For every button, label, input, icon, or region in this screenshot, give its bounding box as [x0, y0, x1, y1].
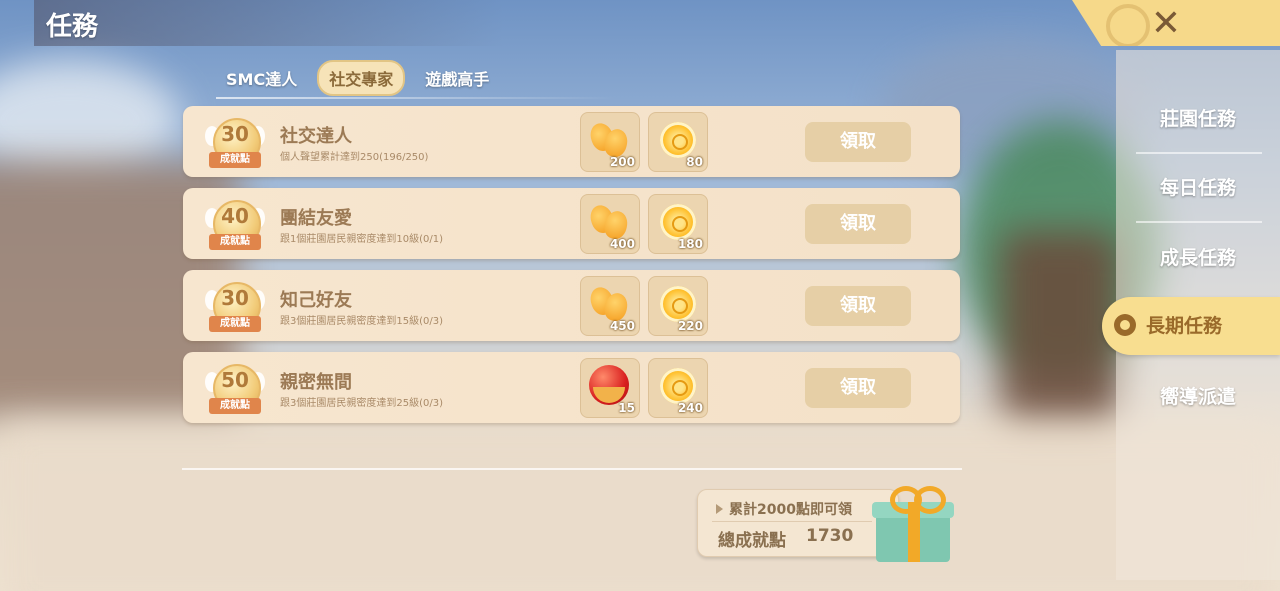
reward-quantity: 200 — [609, 155, 635, 169]
orange-icon — [586, 284, 631, 324]
sidebar-item-label: 長期任務 — [1146, 315, 1223, 337]
total-points-label: 總成就點 — [718, 531, 786, 551]
task-row: 50 成就點 親密無間 跟3個莊園居民親密度達到25級(0/3) 15 240 … — [183, 352, 960, 423]
sidebar-item-guide-dispatch[interactable]: 嚮導派遣 — [1116, 374, 1280, 420]
sidebar-item-long-term-tasks[interactable]: 長期任務 — [1102, 297, 1280, 355]
reward-slot[interactable]: 15 — [580, 358, 640, 418]
sidebar-item-growth-tasks[interactable]: 成長任務 — [1116, 235, 1280, 281]
orange-icon — [586, 202, 631, 242]
badge-points: 30 — [221, 122, 249, 146]
reward-quantity: 180 — [677, 237, 703, 251]
claim-button[interactable]: 領取 — [805, 286, 911, 326]
list-divider — [182, 468, 962, 470]
coin-icon — [660, 286, 696, 322]
coin-icon — [660, 204, 696, 240]
badge-label: 成就點 — [209, 152, 261, 168]
badge-label: 成就點 — [209, 316, 261, 332]
task-description: 跟3個莊園居民親密度達到25級(0/3) — [280, 398, 443, 409]
reward-slot[interactable]: 220 — [648, 276, 708, 336]
badge-points: 40 — [221, 204, 249, 228]
total-points-value: 1730 — [806, 526, 854, 546]
task-row: 40 成就點 團結友愛 跟1個莊園居民親密度達到10級(0/1) 400 180… — [183, 188, 960, 259]
task-name: 團結友愛 — [280, 208, 352, 229]
reward-quantity: 220 — [677, 319, 703, 333]
task-name: 知己好友 — [280, 290, 352, 311]
reward-slot[interactable]: 450 — [580, 276, 640, 336]
achievement-points-badge: 50 成就點 — [205, 362, 265, 416]
title-bar — [34, 0, 504, 46]
reward-quantity: 450 — [609, 319, 635, 333]
tab-game-master[interactable]: 遊戲高手 — [415, 62, 499, 94]
achievement-points-badge: 30 成就點 — [205, 116, 265, 170]
achievement-points-badge: 30 成就點 — [205, 280, 265, 334]
total-points-panel[interactable]: 累計2000點即可領 總成就點 1730 — [697, 489, 899, 557]
reward-quantity: 400 — [609, 237, 635, 251]
reward-quantity: 80 — [686, 155, 703, 169]
badge-points: 50 — [221, 368, 249, 392]
reward-quantity: 240 — [677, 401, 703, 415]
orange-icon — [586, 120, 631, 160]
task-description: 跟3個莊園居民親密度達到15級(0/3) — [280, 316, 443, 327]
claim-button[interactable]: 領取 — [805, 122, 911, 162]
coin-icon — [660, 368, 696, 404]
tabs-divider — [216, 97, 616, 99]
task-description: 跟1個莊園居民親密度達到10級(0/1) — [280, 234, 443, 245]
task-row: 30 成就點 知己好友 跟3個莊園居民親密度達到15級(0/3) 450 220… — [183, 270, 960, 341]
task-name: 親密無間 — [280, 372, 352, 393]
badge-points: 30 — [221, 286, 249, 310]
reward-quantity: 15 — [618, 401, 635, 415]
badge-label: 成就點 — [209, 234, 261, 250]
play-triangle-icon — [716, 504, 723, 514]
claim-button[interactable]: 領取 — [805, 204, 911, 244]
category-tabs: SMC達人 社交專家 遊戲高手 — [216, 60, 499, 96]
points-tip-text: 累計2000點即可領 — [729, 502, 852, 518]
tab-smc-master[interactable]: SMC達人 — [216, 62, 307, 94]
close-icon[interactable]: ✕ — [1146, 4, 1186, 44]
task-description: 個人聲望累計達到250(196/250) — [280, 152, 429, 163]
coin-icon — [660, 122, 696, 158]
task-name: 社交達人 — [280, 126, 352, 147]
tab-social-expert[interactable]: 社交專家 — [317, 60, 406, 96]
gift-box-icon[interactable] — [872, 484, 954, 564]
reward-slot[interactable]: 200 — [580, 112, 640, 172]
reward-slot[interactable]: 400 — [580, 194, 640, 254]
sidebar-item-daily-tasks[interactable]: 每日任務 — [1116, 165, 1280, 211]
badge-label: 成就點 — [209, 398, 261, 414]
task-row: 30 成就點 社交達人 個人聲望累計達到250(196/250) 200 80 … — [183, 106, 960, 177]
sidebar-item-manor-tasks[interactable]: 莊園任務 — [1116, 96, 1280, 142]
reward-slot[interactable]: 180 — [648, 194, 708, 254]
points-tip: 累計2000點即可領 — [716, 499, 852, 519]
paw-icon — [1114, 313, 1136, 336]
page-title: 任務 — [46, 12, 99, 42]
red-bead-icon — [589, 365, 629, 405]
reward-slot[interactable]: 240 — [648, 358, 708, 418]
reward-slot[interactable]: 80 — [648, 112, 708, 172]
claim-button[interactable]: 領取 — [805, 368, 911, 408]
achievement-points-badge: 40 成就點 — [205, 198, 265, 252]
